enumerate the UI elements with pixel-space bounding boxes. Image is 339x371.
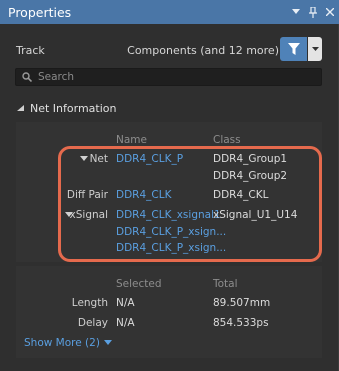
collapse-arrow-icon [17, 104, 24, 111]
length-label: Length [71, 297, 108, 309]
chevron-down-icon [103, 340, 112, 345]
delay-selected: N/A [116, 317, 135, 329]
length-selected: N/A [116, 297, 135, 309]
object-type-label: Track [16, 44, 45, 57]
search-input[interactable]: Search [15, 68, 322, 86]
delay-total: 854.533ps [213, 317, 269, 329]
highlight-annotation [58, 146, 322, 262]
column-header-class: Class [213, 134, 241, 146]
panel-title: Properties [8, 4, 72, 20]
selection-filter-label: Components (and 12 more) [127, 44, 279, 57]
net-information-header[interactable]: Net Information [16, 102, 116, 115]
chevron-down-icon [311, 46, 319, 51]
search-icon [22, 72, 32, 82]
panel-titlebar: Properties [0, 0, 339, 24]
length-total: 89.507mm [213, 297, 271, 309]
titlebar-controls [291, 0, 335, 24]
column-header-total: Total [213, 278, 238, 290]
section-title: Net Information [30, 102, 117, 115]
close-icon[interactable] [325, 5, 335, 19]
show-more-button[interactable]: Show More (2) [24, 337, 112, 349]
delay-label: Delay [77, 317, 108, 329]
search-placeholder: Search [38, 71, 75, 83]
column-header-selected: Selected [116, 278, 162, 290]
dropdown-icon[interactable] [291, 5, 301, 19]
filter-icon [287, 43, 300, 55]
pin-icon[interactable] [308, 5, 318, 19]
column-header-name: Name [116, 134, 147, 146]
show-more-label: Show More (2) [24, 337, 100, 349]
filter-button[interactable] [280, 37, 307, 61]
filter-dropdown-button[interactable] [308, 37, 322, 61]
